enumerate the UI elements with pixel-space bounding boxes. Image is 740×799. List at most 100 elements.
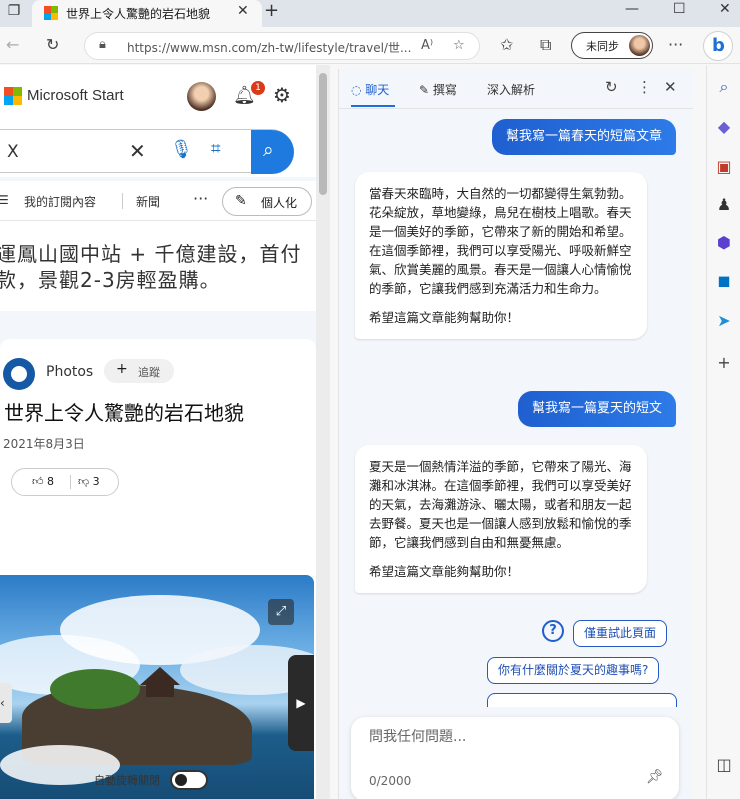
bot-message[interactable]: 當春天來臨時，大自然的一切都變得生氣勃勃。花朵綻放，草地變綠，鳥兒在樹枝上唱歌。…	[355, 172, 647, 339]
nav-divider	[122, 193, 123, 209]
scroll-thumb[interactable]	[319, 73, 327, 195]
photos-logo-icon	[3, 358, 35, 390]
settings-gear-icon[interactable]: ⚙	[273, 83, 291, 107]
read-aloud-icon[interactable]: A⁾	[421, 38, 433, 53]
games-icon[interactable]: ♟	[714, 195, 734, 214]
expand-icon[interactable]: ⤢	[268, 599, 294, 625]
follow-button[interactable]: + 追蹤	[104, 359, 174, 383]
close-chat-icon[interactable]: ✕	[664, 78, 677, 96]
source-name[interactable]: Photos	[46, 364, 93, 380]
menu-icon[interactable]: ☰	[0, 193, 9, 207]
help-icon[interactable]: ?	[542, 620, 564, 642]
suggestion-retry-page[interactable]: 僅重試此頁面	[573, 620, 668, 647]
profile-avatar	[629, 35, 650, 56]
nav-item-news[interactable]: 新聞	[136, 193, 160, 210]
tab-actions-icon[interactable]: ❐	[0, 3, 28, 19]
lock-icon: 🔒︎	[99, 37, 106, 52]
personalize-button[interactable]: ✎ 個人化	[222, 187, 312, 216]
minimize-button[interactable]: —	[625, 1, 639, 17]
msn-favicon-icon	[44, 6, 58, 20]
clear-search-icon[interactable]: ✕	[129, 139, 146, 163]
new-tab-button[interactable]: +	[264, 0, 279, 21]
search-row: X ✕ 🎙︎ ⌗ ⌕	[0, 127, 316, 177]
sync-label: 未同步	[586, 40, 619, 53]
send-icon[interactable]: ➤	[714, 311, 734, 330]
article-photo[interactable]: ⤢ ‹ ▶	[0, 575, 314, 799]
outlook-icon[interactable]: ◼	[714, 271, 734, 290]
refresh-icon[interactable]: ↻	[46, 35, 59, 54]
promo-banner[interactable]: 運鳳山國中站 + 千億建設，首付款，景觀2-3房輕盈購。	[0, 221, 316, 311]
msn-page: Microsoft Start 🔔︎ 1 ⚙ X ✕ 🎙︎ ⌗ ⌕ ☰ 我的訂閱…	[0, 65, 316, 799]
bot-message-closing: 希望這篇文章能夠幫助你！	[369, 564, 520, 579]
tab-insights[interactable]: 深入解析	[487, 81, 535, 98]
search-icon: ⌕	[263, 139, 274, 161]
like-button[interactable]: 👍︎ 8	[32, 475, 54, 488]
address-bar[interactable]: 🔒︎ https://www.msn.com/zh-tw/lifestyle/t…	[84, 32, 480, 60]
sidebar-toggle-icon[interactable]: ◫	[714, 755, 734, 774]
chat-input-box[interactable]: 0/2000 📌︎	[351, 717, 679, 799]
tools-icon[interactable]: ▣	[714, 157, 734, 176]
pencil-icon: ✎	[235, 193, 247, 209]
ms-header: Microsoft Start 🔔︎ 1 ⚙	[0, 65, 316, 127]
reaction-pill: 👍︎ 8 👎︎ 3	[11, 468, 119, 496]
office-icon[interactable]: ⬢	[714, 233, 734, 252]
bot-message-text: 夏天是一個熱情洋溢的季節，它帶來了陽光、海灘和冰淇淋。在這個季節裡，我們可以享受…	[369, 459, 632, 550]
autoplay-toggle[interactable]	[170, 770, 208, 790]
reaction-divider	[70, 475, 71, 489]
bot-message-closing: 希望這篇文章能夠幫助你！	[369, 310, 520, 325]
nav-more-icon[interactable]: ···	[193, 189, 208, 208]
bing-icon: b	[712, 35, 725, 56]
like-count: 8	[47, 475, 54, 488]
brand-name[interactable]: Microsoft Start	[27, 87, 124, 104]
collections-icon[interactable]: ⧉	[540, 35, 551, 55]
user-avatar[interactable]	[187, 82, 216, 111]
tab-chat[interactable]: ◌ 聊天	[351, 81, 389, 98]
suggestion-partial[interactable]	[487, 693, 677, 707]
previous-arrow-icon[interactable]: ‹	[0, 683, 12, 723]
close-window-button[interactable]: ✕	[719, 1, 731, 17]
nav-row: ☰ 我的訂閱內容 新聞 ··· ✎ 個人化	[0, 181, 316, 221]
page-scrollbar[interactable]	[316, 65, 330, 799]
favorites-icon[interactable]: ✩	[500, 35, 513, 54]
user-message: 幫我寫一篇春天的短篇文章	[491, 119, 676, 155]
url-text[interactable]: https://www.msn.com/zh-tw/lifestyle/trav…	[127, 39, 411, 56]
settings-more-icon[interactable]: ···	[668, 35, 683, 54]
bot-message[interactable]: 夏天是一個熱情洋溢的季節，它帶來了陽光、海灘和冰淇淋。在這個季節裡，我們可以享受…	[355, 445, 647, 593]
shopping-tag-icon[interactable]: ◆	[714, 117, 734, 136]
chat-header: ◌ 聊天 ✎ 撰寫 深入解析 ↻ ⋮ ✕	[339, 69, 693, 109]
plus-icon: +	[116, 361, 128, 377]
nav-item-subscriptions[interactable]: 我的訂閱內容	[24, 193, 96, 210]
microphone-icon[interactable]: 🎙︎	[170, 139, 193, 160]
suggestion-summer-fun[interactable]: 你有什麼關於夏天的趣事嗎?	[487, 657, 660, 684]
char-counter: 0/2000	[369, 774, 412, 788]
browser-tab[interactable]: 世界上令人驚艷的岩石地貌 ✕	[32, 0, 262, 27]
tab-title: 世界上令人驚艷的岩石地貌	[66, 7, 211, 21]
profile-sync-button[interactable]: 未同步	[571, 32, 653, 59]
pin-icon[interactable]: 📌︎	[646, 769, 664, 785]
bing-chat-button[interactable]: b	[703, 31, 733, 61]
chat-more-icon[interactable]: ⋮	[637, 78, 652, 96]
add-icon[interactable]: +	[714, 353, 734, 372]
search-icon[interactable]: ⌕	[714, 77, 734, 97]
autoplay-label: 自動旋轉關閉	[94, 774, 160, 787]
chat-input[interactable]	[369, 729, 659, 745]
search-box[interactable]: X ✕ 🎙︎ ⌗ ⌕	[0, 129, 294, 174]
edge-sidebar: ⌕ ◆ ▣ ♟ ⬢ ◼ ➤ + ◫	[706, 65, 740, 799]
follow-label: 追蹤	[138, 366, 160, 379]
maximize-button[interactable]: ☐	[673, 1, 686, 17]
promo-text: 運鳳山國中站 + 千億建設，首付款，景觀2-3房輕盈購。	[0, 242, 302, 292]
search-button[interactable]: ⌕	[251, 130, 294, 174]
next-arrow-icon[interactable]: ▶	[288, 655, 314, 751]
back-icon[interactable]: ←	[6, 35, 19, 54]
article-card[interactable]: Photos + 追蹤 世界上令人驚艷的岩石地貌 2021年8月3日 👍︎ 8 …	[0, 339, 316, 799]
visual-search-icon[interactable]: ⌗	[211, 139, 221, 159]
tab-compose[interactable]: ✎ 撰寫	[419, 81, 457, 98]
add-favorite-icon[interactable]: ☆	[453, 38, 465, 53]
tab-close-icon[interactable]: ✕	[237, 3, 249, 19]
article-title: 世界上令人驚艷的岩石地貌	[4, 401, 244, 425]
dislike-button[interactable]: 👎︎ 3	[78, 475, 100, 488]
search-input-text[interactable]: X	[7, 142, 19, 162]
refresh-chat-icon[interactable]: ↻	[605, 78, 618, 96]
bing-chat-panel: ◌ 聊天 ✎ 撰寫 深入解析 ↻ ⋮ ✕ 幫我寫一篇春天的短篇文章 當春天來臨時…	[338, 69, 693, 799]
personalize-label: 個人化	[261, 196, 298, 210]
